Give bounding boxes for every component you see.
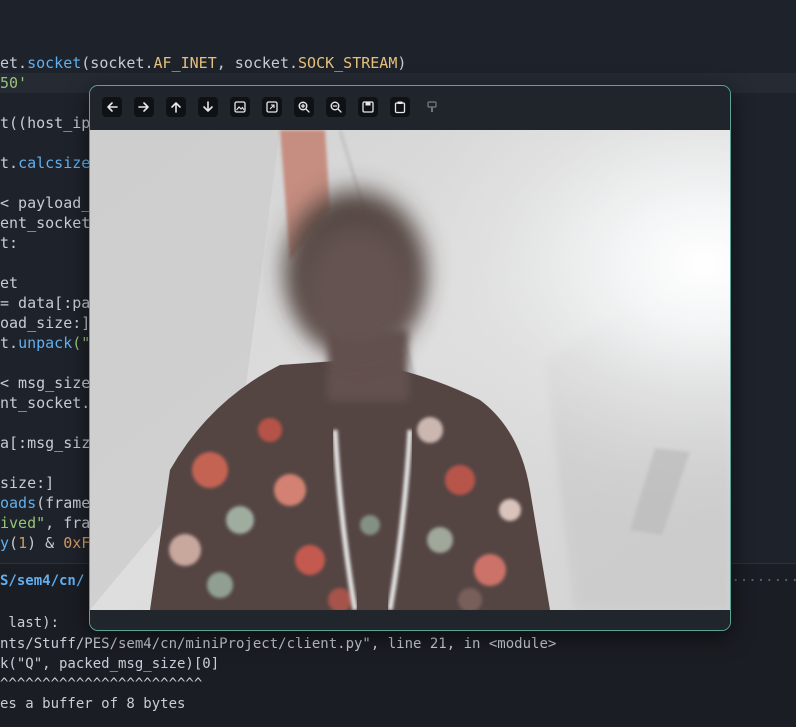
code-line: t.calcsize (0, 153, 90, 173)
terminal-line: ^^^^^^^^^^^^^^^^^^^^^^^^ (0, 676, 203, 692)
code-token: (frame (36, 494, 91, 512)
save-image-button[interactable] (358, 97, 378, 117)
code-token: nt_socket. (0, 394, 91, 412)
code-line: et (0, 273, 18, 293)
zoom-in-button[interactable] (294, 97, 314, 117)
clipboard-icon (393, 100, 407, 114)
code-token: oad_size:] (0, 314, 91, 332)
code-token: < msg_size (0, 374, 91, 392)
image-info-button[interactable] (390, 97, 410, 117)
code-token: et. (0, 54, 28, 72)
next-image-button[interactable] (134, 97, 154, 117)
code-line: a[:msg_siz (0, 433, 90, 453)
code-line: < msg_size (0, 373, 90, 393)
code-token: ived" (0, 514, 46, 532)
terminal-line: es a buffer of 8 bytes (0, 696, 186, 712)
webcam-frame-image (90, 130, 730, 610)
code-line: = data[:pa (0, 293, 90, 313)
image-icon (233, 100, 247, 114)
code-token: oads (0, 494, 37, 512)
code-line: et.socket(socket.AF_INET, socket.SOCK_ST… (0, 53, 406, 73)
code-line: ived", fra (0, 513, 90, 533)
code-token: SOCK_STREAM (298, 54, 398, 72)
code-token: ) (397, 54, 407, 72)
code-token: ( (9, 534, 19, 552)
arrow-left-icon (105, 100, 119, 114)
brush-icon (425, 100, 439, 114)
print-image-button[interactable] (422, 97, 442, 117)
previous-image-button[interactable] (102, 97, 122, 117)
last-image-button[interactable] (198, 97, 218, 117)
code-token: AF_INET (153, 54, 217, 72)
image-resize-icon (265, 100, 279, 114)
code-token: socket (27, 54, 82, 72)
first-image-button[interactable] (166, 97, 186, 117)
zoom-out-icon (329, 100, 343, 114)
code-token: 50' (0, 74, 28, 92)
viewer-statusbar (90, 610, 730, 630)
code-line: size:] (0, 473, 54, 493)
code-line: nt_socket. (0, 393, 90, 413)
save-icon (361, 100, 375, 114)
code-token: , fra (45, 514, 91, 532)
desktop: et.socket(socket.AF_INET, socket.SOCK_ST… (0, 0, 796, 727)
code-token: t. (0, 334, 19, 352)
code-line: t: (0, 233, 18, 253)
arrow-down-icon (201, 100, 215, 114)
code-line: < payload_ (0, 193, 90, 213)
code-line: t.unpack(" (0, 333, 90, 353)
image-viewer-window[interactable] (89, 85, 731, 631)
code-token: size:] (0, 474, 55, 492)
code-token: (" (72, 334, 91, 352)
original-size-button[interactable] (262, 97, 282, 117)
code-token: unpack (18, 334, 73, 352)
code-token: et (0, 274, 19, 292)
code-token: , socket. (216, 54, 299, 72)
code-token: < payload_ (0, 194, 91, 212)
zoom-in-icon (297, 100, 311, 114)
code-token: = data[:pa (0, 294, 91, 312)
code-line: oads(frame (0, 493, 90, 513)
terminal-prompt-path: S/sem4/cn/ (0, 573, 85, 589)
code-token: (socket. (81, 54, 154, 72)
code-token: t((host_ip (0, 114, 91, 132)
terminal-line: nts/Stuff/PES/sem4/cn/miniProject/client… (0, 636, 557, 652)
code-token: y (0, 534, 10, 552)
viewer-toolbar (90, 86, 730, 130)
arrow-right-icon (137, 100, 151, 114)
code-line: t((host_ip (0, 113, 90, 133)
zoom-out-button[interactable] (326, 97, 346, 117)
arrow-up-icon (169, 100, 183, 114)
code-token: ent_socket (0, 214, 91, 232)
code-token: ) & (27, 534, 64, 552)
fit-to-window-button[interactable] (230, 97, 250, 117)
code-token: a[:msg_siz (0, 434, 91, 452)
code-token: 0xF (63, 534, 91, 552)
terminal-line: k("Q", packed_msg_size)[0] (0, 656, 220, 672)
code-token: t: (0, 234, 19, 252)
code-token: t. (0, 154, 19, 172)
code-line: oad_size:] (0, 313, 90, 333)
code-token: 1 (18, 534, 28, 552)
code-line: y(1) & 0xF (0, 533, 90, 553)
code-line: ent_socket (0, 213, 90, 233)
terminal-line: last): (0, 615, 60, 631)
code-token: calcsize (18, 154, 91, 172)
